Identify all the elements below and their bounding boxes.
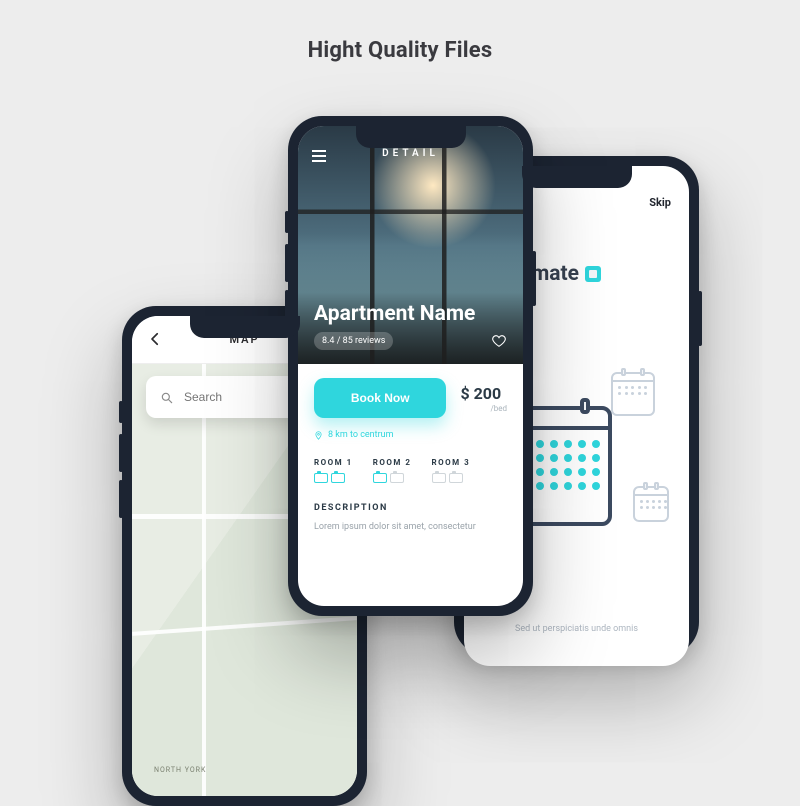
heart-icon[interactable] — [491, 333, 507, 349]
room-column: ROOM 2 — [373, 458, 412, 483]
distance-text: 8 km to centrum — [328, 430, 394, 440]
menu-icon[interactable] — [312, 150, 326, 162]
bed-icon — [314, 473, 328, 483]
bed-icon — [331, 473, 345, 483]
page-title: Hight Quality Files — [0, 38, 800, 63]
showcase-stage: MAP N LOMAS NORTH YORK Skip roomate — [0, 91, 800, 611]
bed-icon — [449, 473, 463, 483]
rooms-row: ROOM 1 ROOM 2 ROOM 3 — [314, 458, 507, 483]
apartment-title: Apartment Name — [314, 302, 507, 326]
rating-badge: 8.4 / 85 reviews — [314, 332, 393, 350]
calendar-small-icon — [633, 486, 669, 522]
room-label: ROOM 3 — [432, 458, 471, 467]
room-column: ROOM 3 — [432, 458, 471, 483]
pin-icon — [314, 431, 322, 439]
bed-icon — [390, 473, 404, 483]
price-display: $ 200 /bed — [460, 384, 507, 413]
distance-row: 8 km to centrum — [314, 430, 507, 440]
home-icon — [585, 266, 601, 282]
room-label: ROOM 2 — [373, 458, 412, 467]
phone-detail: DETAIL Apartment Name 8.4 / 85 reviews B… — [288, 116, 533, 616]
description-heading: DESCRIPTION — [314, 503, 507, 513]
room-label: ROOM 1 — [314, 458, 353, 467]
bed-icon — [432, 473, 446, 483]
skip-button[interactable]: Skip — [649, 196, 671, 209]
bed-icon — [373, 473, 387, 483]
detail-header-label: DETAIL — [382, 148, 439, 159]
detail-hero-image: DETAIL Apartment Name 8.4 / 85 reviews — [298, 126, 523, 364]
map-area-label: NORTH YORK — [154, 766, 206, 774]
back-icon[interactable] — [146, 330, 164, 348]
search-icon — [160, 390, 174, 404]
description-text: Lorem ipsum dolor sit amet, consectetur — [314, 521, 507, 535]
onboarding-caption: Sed ut perspiciatis unde omnis — [494, 623, 659, 637]
calendar-small-icon — [611, 372, 655, 416]
room-column: ROOM 1 — [314, 458, 353, 483]
price-unit: /bed — [490, 404, 507, 413]
price-value: $ 200 — [460, 384, 501, 403]
book-now-button[interactable]: Book Now — [314, 378, 446, 418]
